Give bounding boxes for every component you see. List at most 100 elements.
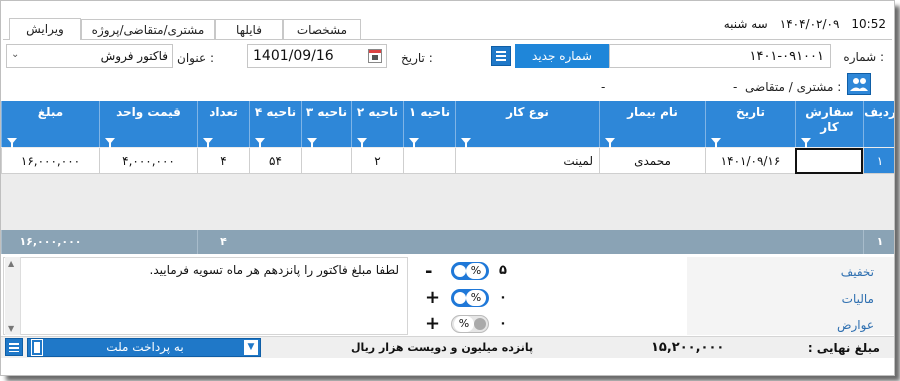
order-cell[interactable]	[795, 148, 863, 174]
scroll-up-icon[interactable]: ▲	[8, 259, 14, 268]
header-clock: 10:52 ۱۴۰۴/۰۲/۰۹ سه شنبه	[724, 17, 886, 31]
tax-percent-toggle[interactable]: %	[451, 289, 489, 307]
bank-icon	[31, 339, 43, 356]
zone3-cell[interactable]	[301, 148, 351, 174]
final-amount: ۱۵,۲۰۰,۰۰۰	[651, 340, 725, 355]
zone4-cell[interactable]: ۵۴	[249, 148, 301, 174]
zone2-cell[interactable]: ۲	[351, 148, 403, 174]
percent-icon: %	[466, 263, 486, 279]
header-label: ناحیه ۲	[356, 105, 399, 119]
row-number-cell[interactable]: ۱	[863, 148, 894, 174]
calendar-icon[interactable]	[368, 49, 382, 63]
filter-icon[interactable]	[801, 138, 811, 148]
column-header[interactable]: ناحیه ۳	[301, 101, 351, 148]
footer-row-count: ۱	[863, 230, 894, 254]
column-header[interactable]: نوع کار	[455, 101, 599, 148]
number-label: شماره :	[843, 50, 884, 64]
column-header[interactable]: ناحیه ۱	[403, 101, 455, 148]
grid-footer: ۱ ۴ ۱۶,۰۰۰,۰۰۰	[1, 230, 894, 254]
calculator-icon[interactable]	[491, 46, 511, 66]
tax-label: مالیات	[841, 292, 874, 306]
title-value: فاکتور فروش	[100, 49, 168, 63]
filter-icon[interactable]	[7, 138, 17, 148]
tab-files[interactable]: فایلها	[215, 19, 283, 40]
amount-cell[interactable]: ۱۶,۰۰۰,۰۰۰	[1, 148, 99, 174]
chevron-down-icon: ⌄	[11, 49, 20, 60]
column-header[interactable]: تعداد	[197, 101, 249, 148]
tab-edit[interactable]: ویرایش	[9, 18, 81, 40]
title-select[interactable]: فاکتور فروش ⌄	[6, 44, 173, 68]
title-label: عنوان :	[177, 51, 214, 65]
worktype-cell[interactable]: لمینت	[455, 148, 599, 174]
header-label: ناحیه ۱	[408, 105, 451, 119]
header-label: ناحیه ۳	[305, 105, 348, 119]
header-label: نوع کار	[506, 105, 549, 119]
number-value: ۱۴۰۱-۰۹۱۰۰۱	[749, 49, 824, 64]
filter-icon[interactable]	[255, 138, 265, 148]
filter-icon[interactable]	[307, 138, 317, 148]
filter-icon[interactable]	[461, 138, 471, 148]
filter-icon[interactable]	[105, 138, 115, 148]
header-label: ناحیه ۴	[254, 105, 297, 119]
bank-select[interactable]: به پرداخت ملت ▼	[27, 338, 261, 357]
column-header[interactable]: ردیف	[863, 101, 894, 147]
unit-price-cell[interactable]: ۴,۰۰۰,۰۰۰	[99, 148, 197, 174]
customer-value: -	[733, 80, 738, 94]
tab-label: مشخصات	[296, 23, 348, 37]
tab-details[interactable]: مشخصات	[283, 19, 361, 40]
tab-label: فایلها	[236, 23, 262, 37]
date-cell[interactable]: ۱۴۰۱/۰۹/۱۶	[705, 148, 795, 174]
chevron-down-icon[interactable]: ▼	[244, 340, 258, 355]
column-header[interactable]: مبلغ	[1, 101, 99, 148]
date-field[interactable]: 1401/09/16	[247, 44, 387, 68]
header-label: سفارش کار	[805, 105, 854, 134]
filter-icon[interactable]	[203, 138, 213, 148]
tax-value[interactable]: ۰	[499, 290, 507, 305]
discount-percent-toggle[interactable]: %	[451, 262, 489, 280]
invoice-grid: ردیف سفارش کار تاریخ نام بیمار نوع کار ن…	[1, 101, 894, 251]
column-header[interactable]: تاریخ	[705, 101, 795, 148]
day-text: سه شنبه	[723, 17, 768, 31]
header-label: نام بیمار	[627, 105, 678, 119]
quantity-cell[interactable]: ۴	[197, 148, 249, 174]
list-icon[interactable]	[5, 338, 23, 356]
tab-label: مشتری/متقاضی/پروژه	[91, 23, 205, 37]
header-label: تعداد	[209, 105, 238, 119]
levy-value[interactable]: ۰	[499, 316, 507, 331]
header-label: تاریخ	[735, 105, 766, 119]
number-field[interactable]: ۱۴۰۱-۰۹۱۰۰۱	[609, 44, 831, 68]
new-number-button[interactable]: شماره جدید	[515, 44, 609, 68]
column-header[interactable]: نام بیمار	[599, 101, 705, 148]
toggle-knob	[454, 292, 466, 304]
tab-label: ویرایش	[26, 22, 64, 36]
filter-icon[interactable]	[357, 138, 367, 148]
date-text: ۱۴۰۴/۰۲/۰۹	[779, 17, 840, 31]
levy-percent-toggle[interactable]: %	[451, 315, 489, 333]
filter-icon[interactable]	[409, 138, 419, 148]
filter-icon[interactable]	[605, 138, 615, 148]
column-header[interactable]: ناحیه ۴	[249, 101, 301, 148]
column-header[interactable]: ناحیه ۲	[351, 101, 403, 148]
levy-label: عوارض	[837, 318, 874, 332]
column-header[interactable]: قیمت واحد	[99, 101, 197, 148]
filter-icon[interactable]	[711, 138, 721, 148]
zone1-cell[interactable]	[403, 148, 455, 174]
customer-label: مشتری / متقاضی :	[745, 80, 842, 94]
discount-value[interactable]: ۵	[499, 263, 507, 278]
header-label: قیمت واحد	[116, 105, 181, 119]
percent-icon: %	[454, 316, 474, 332]
increase-levy-button[interactable]: +	[425, 315, 440, 333]
amount-in-words: پانزده میلیون و دویست هزار ریال	[351, 341, 534, 354]
notes-scrollbar[interactable]: ▲ ▼	[5, 257, 21, 335]
header-label: مبلغ	[37, 105, 64, 119]
decrease-discount-button[interactable]: -	[425, 263, 432, 281]
tab-customer-project[interactable]: مشتری/متقاضی/پروژه	[81, 19, 215, 40]
scroll-down-icon[interactable]: ▼	[8, 324, 14, 333]
toggle-knob	[474, 318, 486, 330]
increase-tax-button[interactable]: +	[425, 289, 440, 307]
column-header[interactable]: سفارش کار	[795, 101, 863, 148]
date-label: تاریخ :	[401, 51, 433, 65]
notes-textarea[interactable]: لطفا مبلغ فاکتور را پانزدهم هر ماه تسویه…	[3, 257, 408, 335]
patient-cell[interactable]: محمدی	[599, 148, 705, 174]
users-icon[interactable]	[847, 73, 871, 95]
